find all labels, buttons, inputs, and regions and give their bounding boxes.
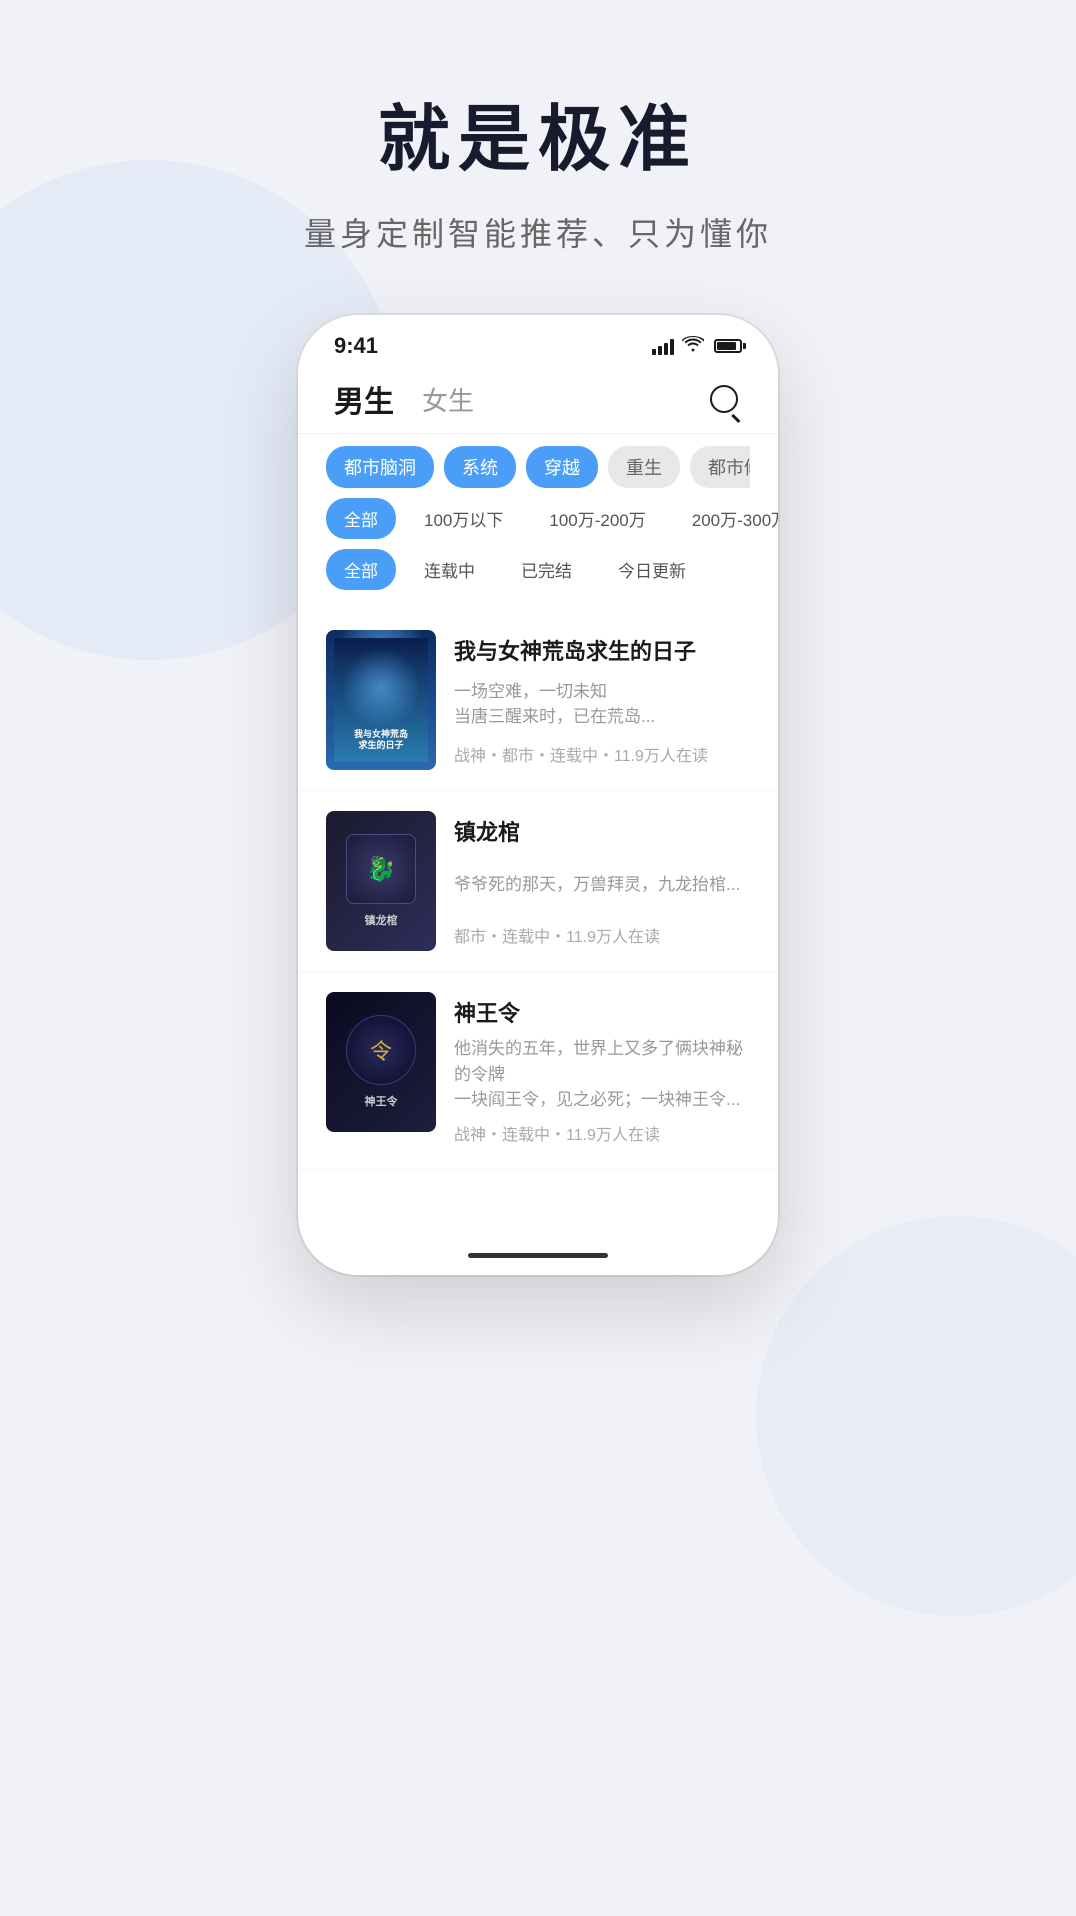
status-bar: 9:41 [298,315,778,369]
genre-tag-transmigrate[interactable]: 穿越 [526,446,598,488]
count-100w-200w[interactable]: 100万-200万 [531,498,663,539]
status-ongoing[interactable]: 连载中 [406,549,493,590]
status-icons [652,336,742,357]
nav-tabs: 男生 女生 [298,369,778,434]
book-meta-1: 战神・都市・连载中・11.9万人在读 [454,742,750,766]
count-all[interactable]: 全部 [326,498,396,539]
status-row: 全部 连载中 已完结 今日更新 [326,549,750,590]
tab-male[interactable]: 男生 [334,377,394,421]
phone-mockup: 9:41 男生 女生 [298,315,778,1275]
book-title-3: 神王令 [454,996,750,1028]
phone-screen: 9:41 男生 女生 [298,315,778,1275]
genre-tag-system[interactable]: 系统 [444,446,516,488]
book-info-2: 镇龙棺 爷爷死的那天，万兽拜灵，九龙抬棺... 都市・连载中・11.9万人在读 [454,811,750,951]
book-cover-2: 🐉 镇龙棺 [326,811,436,951]
book-desc-2: 爷爷死的那天，万兽拜灵，九龙抬棺... [454,872,750,898]
count-100w-below[interactable]: 100万以下 [406,498,521,539]
tab-female[interactable]: 女生 [422,381,474,418]
search-button[interactable] [706,381,742,417]
book-list: 我与女神荒岛求生的日子 我与女神荒岛求生的日子 一场空难，一切未知 当唐三醒来时… [298,602,778,1235]
book-info-3: 神王令 他消失的五年，世界上又多了俩块神秘的令牌 一块阎王令，见之必死；一块神王… [454,992,750,1149]
book-meta-2: 都市・连载中・11.9万人在读 [454,923,750,947]
battery-icon [714,339,742,353]
word-count-row: 全部 100万以下 100万-200万 200万-300万 [326,498,750,539]
search-icon [710,385,738,413]
sub-title: 量身定制智能推荐、只为懂你 [304,209,772,255]
book-item-1[interactable]: 我与女神荒岛求生的日子 我与女神荒岛求生的日子 一场空难，一切未知 当唐三醒来时… [298,610,778,791]
genre-tags-row: 都市脑洞 系统 穿越 重生 都市修炼 ⌄ [326,446,750,488]
genre-tag-cultivation[interactable]: 都市修炼 [690,446,750,488]
book-cover-3: 令 神王令 [326,992,436,1132]
book-desc-3: 他消失的五年，世界上又多了俩块神秘的令牌 一块阎王令，见之必死；一块神王令... [454,1036,750,1113]
filter-section: 都市脑洞 系统 穿越 重生 都市修炼 ⌄ 全部 100万以下 100万-200万… [298,434,778,602]
header-section: 就是极准 量身定制智能推荐、只为懂你 [304,80,772,255]
book-title-1: 我与女神荒岛求生的日子 [454,634,750,666]
status-all[interactable]: 全部 [326,549,396,590]
book-info-1: 我与女神荒岛求生的日子 一场空难，一切未知 当唐三醒来时，已在荒岛... 战神・… [454,630,750,770]
genre-tag-rebirth[interactable]: 重生 [608,446,680,488]
status-today-updated[interactable]: 今日更新 [600,549,704,590]
status-time: 9:41 [334,333,378,359]
book-item-2[interactable]: 🐉 镇龙棺 镇龙棺 爷爷死的那天，万兽拜灵，九龙抬棺... 都市・连载中・11.… [298,791,778,972]
book-desc-1: 一场空难，一切未知 当唐三醒来时，已在荒岛... [454,679,750,730]
bg-decoration-circle-2 [756,1216,1076,1616]
count-200w-300w[interactable]: 200万-300万 [674,498,778,539]
status-completed[interactable]: 已完结 [503,549,590,590]
book-cover-1: 我与女神荒岛求生的日子 [326,630,436,770]
book-item-3[interactable]: 令 神王令 神王令 他消失的五年，世界上又多了俩块神秘的令牌 一块阎王令，见之必… [298,972,778,1170]
book-meta-3: 战神・连载中・11.9万人在读 [454,1121,750,1145]
home-indicator [298,1235,778,1275]
genre-tag-urban[interactable]: 都市脑洞 [326,446,434,488]
wifi-icon [682,336,704,357]
home-bar [468,1253,608,1258]
signal-icon [652,337,674,355]
book-title-2: 镇龙棺 [454,815,750,847]
main-title: 就是极准 [304,80,772,185]
